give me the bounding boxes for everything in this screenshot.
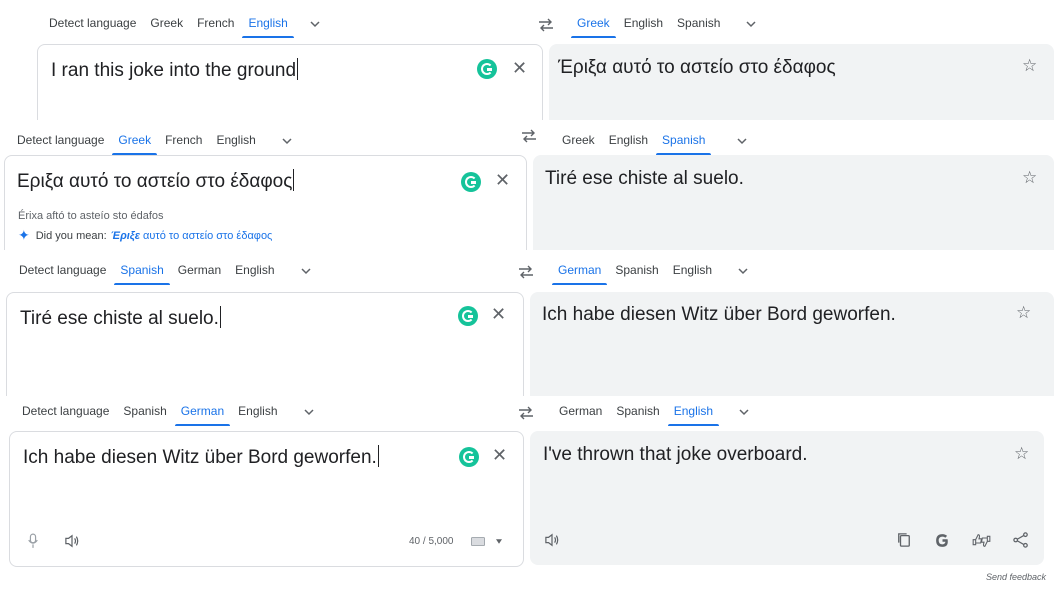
tab-german[interactable]: German	[551, 257, 608, 285]
source-text-box[interactable]: Tiré ese chiste al suelo. ✕	[6, 292, 524, 396]
tab-greek[interactable]: Greek	[112, 127, 157, 155]
target-text-box: I've thrown that joke overboard. ☆	[530, 431, 1044, 565]
grammarly-icon[interactable]	[458, 306, 478, 326]
translation-panel-3: Detect language Spanish German English G…	[0, 250, 1058, 396]
send-feedback-link[interactable]: Send feedback	[986, 572, 1046, 582]
tab-english[interactable]: English	[673, 257, 712, 285]
chevron-down-icon[interactable]	[282, 136, 292, 146]
chevron-down-icon[interactable]	[303, 407, 314, 417]
clear-icon[interactable]: ✕	[512, 59, 527, 77]
microphone-icon[interactable]	[27, 533, 39, 549]
target-text: Tiré ese chiste al suelo.	[545, 168, 744, 189]
source-text[interactable]: Ich habe diesen Witz über Bord geworfen.	[23, 445, 379, 469]
tab-spanish[interactable]: Spanish	[677, 10, 720, 38]
swap-languages-icon[interactable]	[520, 129, 538, 143]
chevron-down-icon[interactable]	[496, 539, 502, 544]
chevron-down-icon[interactable]	[738, 266, 748, 276]
rate-translation-icon[interactable]	[972, 533, 991, 548]
translation-panel-4: Detect language Spanish German English G…	[0, 396, 1058, 595]
tab-english[interactable]: English	[238, 398, 277, 426]
chevron-down-icon[interactable]	[310, 19, 320, 29]
tab-spanish[interactable]: Spanish	[123, 398, 166, 426]
target-text: Έριξα αυτό το αστείο στο έδαφος	[558, 57, 836, 78]
tab-german[interactable]: German	[178, 257, 221, 285]
tab-english[interactable]: English	[216, 127, 255, 155]
source-text[interactable]: Εριξα αυτό το αστείο στο έδαφος	[17, 169, 295, 193]
tab-detect-language[interactable]: Detect language	[19, 257, 106, 285]
tab-greek[interactable]: Greek	[571, 10, 616, 38]
target-language-tabs: German Spanish English	[559, 398, 749, 426]
tab-detect-language[interactable]: Detect language	[49, 10, 136, 38]
tab-english[interactable]: English	[624, 10, 663, 38]
clear-icon[interactable]: ✕	[495, 171, 510, 189]
grammarly-icon[interactable]	[461, 172, 481, 192]
tab-detect-language[interactable]: Detect language	[17, 127, 104, 155]
speaker-icon[interactable]	[64, 534, 80, 548]
source-language-tabs: Detect language Greek French English	[17, 127, 292, 155]
grammarly-icon[interactable]	[459, 447, 479, 467]
grammarly-icon[interactable]	[477, 59, 497, 79]
tab-spanish[interactable]: Spanish	[114, 257, 171, 285]
swap-languages-icon[interactable]	[517, 406, 535, 420]
tab-french[interactable]: French	[165, 127, 202, 155]
source-text-box[interactable]: Ich habe diesen Witz über Bord geworfen.…	[9, 431, 524, 567]
tab-greek[interactable]: Greek	[150, 10, 183, 38]
chevron-down-icon[interactable]	[300, 266, 311, 276]
tab-german[interactable]: German	[559, 398, 602, 426]
google-icon[interactable]	[934, 532, 951, 549]
clear-icon[interactable]: ✕	[491, 305, 506, 323]
target-text: I've thrown that joke overboard.	[543, 444, 808, 465]
source-text-box[interactable]: I ran this joke into the ground ✕	[37, 44, 543, 120]
tab-spanish[interactable]: Spanish	[616, 398, 659, 426]
source-text[interactable]: I ran this joke into the ground	[51, 58, 299, 82]
star-icon[interactable]: ☆	[1014, 445, 1029, 463]
source-language-tabs: Detect language Spanish German English	[22, 398, 314, 426]
tab-greek[interactable]: Greek	[562, 127, 595, 155]
star-icon[interactable]: ☆	[1022, 57, 1037, 75]
chevron-down-icon[interactable]	[746, 19, 756, 29]
swap-languages-icon[interactable]	[517, 265, 535, 279]
target-language-tabs: Greek English Spanish	[571, 10, 756, 38]
clear-icon[interactable]: ✕	[492, 446, 507, 464]
star-icon[interactable]: ☆	[1022, 169, 1037, 187]
tab-spanish[interactable]: Spanish	[615, 257, 658, 285]
target-language-tabs: Greek English Spanish	[562, 127, 747, 155]
chevron-down-icon[interactable]	[739, 407, 749, 417]
translation-panel-1: Detect language Greek French English Gre…	[0, 0, 1058, 120]
source-text-box[interactable]: Εριξα αυτό το αστείο στο έδαφος ✕ Érixa …	[4, 155, 527, 250]
target-text-box: Έριξα αυτό το αστείο στο έδαφος ☆	[549, 44, 1054, 120]
target-language-tabs: German Spanish English	[551, 257, 748, 285]
character-count: 40 / 5,000	[409, 536, 454, 547]
transliteration-text: Érixa aftó to asteío sto édafos	[18, 210, 164, 222]
tab-english[interactable]: English	[667, 398, 720, 426]
tab-english[interactable]: English	[609, 127, 648, 155]
tab-french[interactable]: French	[197, 10, 234, 38]
keyboard-icon[interactable]	[471, 537, 485, 546]
tab-detect-language[interactable]: Detect language	[22, 398, 109, 426]
tab-spanish[interactable]: Spanish	[655, 127, 712, 155]
tab-english[interactable]: English	[242, 10, 295, 38]
speaker-icon[interactable]	[544, 533, 560, 547]
source-language-tabs: Detect language Greek French English	[49, 10, 320, 38]
star-icon[interactable]: ☆	[1016, 304, 1031, 322]
swap-languages-icon[interactable]	[537, 18, 555, 32]
sparkle-icon: ✦	[18, 227, 30, 243]
did-you-mean-suggestion[interactable]: ✦ Did you mean: Έριξε αυτό το αστείο στο…	[18, 227, 272, 244]
target-text: Ich habe diesen Witz über Bord geworfen.	[542, 304, 896, 325]
translation-panel-2: Detect language Greek French English Gre…	[0, 120, 1058, 250]
target-text-box: Ich habe diesen Witz über Bord geworfen.…	[530, 292, 1054, 396]
copy-icon[interactable]	[897, 532, 911, 548]
chevron-down-icon[interactable]	[737, 136, 747, 146]
target-text-box: Tiré ese chiste al suelo. ☆	[533, 155, 1054, 250]
source-text[interactable]: Tiré ese chiste al suelo.	[20, 306, 221, 330]
share-icon[interactable]	[1013, 532, 1029, 548]
tab-german[interactable]: German	[174, 398, 231, 426]
source-language-tabs: Detect language Spanish German English	[19, 257, 311, 285]
tab-english[interactable]: English	[235, 257, 274, 285]
